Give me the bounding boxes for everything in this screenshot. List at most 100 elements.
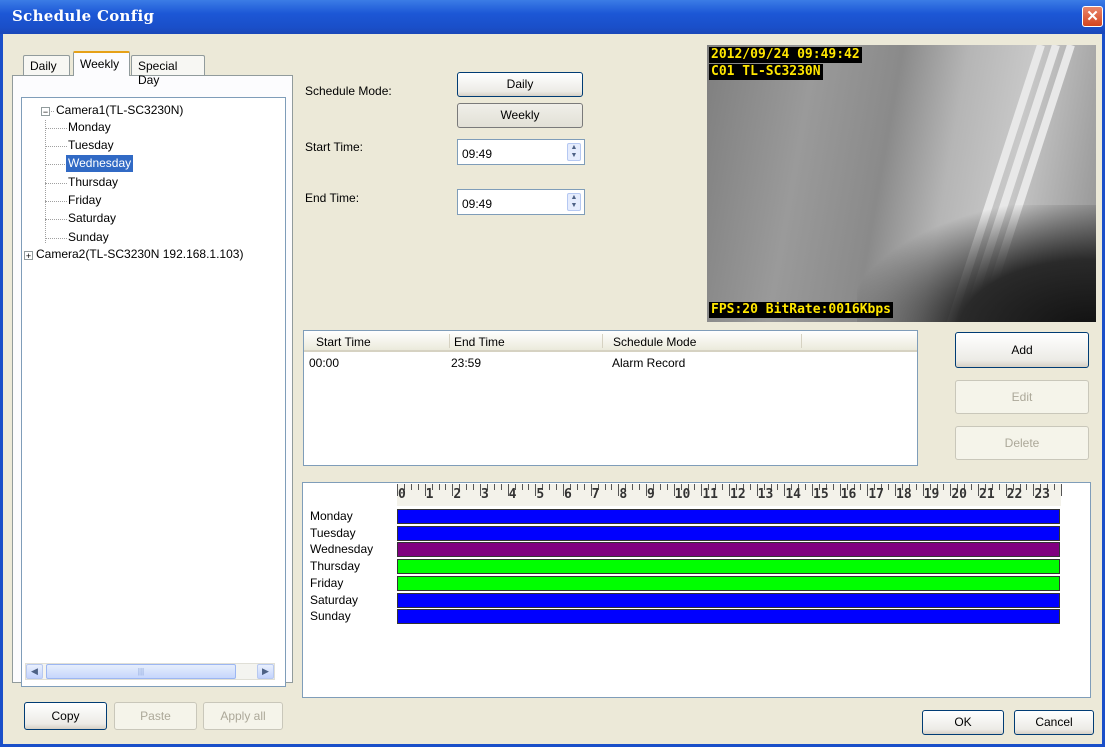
hour-label: 7 bbox=[591, 487, 600, 502]
delete-button[interactable]: Delete bbox=[955, 426, 1089, 460]
tree-item-camera1[interactable]: Camera1(TL-SC3230N) bbox=[56, 102, 183, 119]
row-end-time: 23:59 bbox=[451, 356, 482, 370]
ruler-tick bbox=[417, 484, 419, 490]
hour-label: 11 bbox=[702, 487, 718, 502]
scroll-right-icon[interactable]: ▶ bbox=[257, 664, 274, 679]
ruler-tick bbox=[639, 484, 641, 490]
ruler-tick bbox=[549, 484, 551, 490]
ruler-tick bbox=[583, 484, 585, 490]
timeline-day-label: Wednesday bbox=[310, 542, 374, 557]
mode-daily-button[interactable]: Daily bbox=[457, 72, 583, 97]
hour-label: 12 bbox=[730, 487, 746, 502]
timeline-day-label: Monday bbox=[310, 509, 353, 523]
ruler-tick bbox=[500, 484, 502, 490]
expand-icon[interactable]: + bbox=[24, 251, 33, 261]
cancel-button[interactable]: Cancel bbox=[1014, 710, 1094, 735]
ruler-tick bbox=[556, 484, 558, 490]
ruler-tick bbox=[473, 484, 475, 490]
timeline-day-bar[interactable] bbox=[397, 575, 1060, 591]
ruler-tick bbox=[445, 484, 447, 490]
osd-timestamp: 2012/09/24 09:49:42 bbox=[709, 47, 862, 63]
edit-button[interactable]: Edit bbox=[955, 380, 1089, 414]
ruler-tick bbox=[694, 484, 696, 490]
row-schedule-mode: Alarm Record bbox=[612, 356, 686, 370]
timeline-day-bar[interactable] bbox=[397, 609, 1060, 625]
copy-button[interactable]: Copy bbox=[24, 702, 107, 730]
timeline-day-bar[interactable] bbox=[397, 542, 1060, 558]
timeline-day-label: Sunday bbox=[310, 609, 351, 624]
column-schedule-mode[interactable]: Schedule Mode bbox=[613, 335, 696, 349]
ruler-tick bbox=[528, 484, 530, 490]
ruler-tick bbox=[1061, 484, 1062, 496]
ruler-tick bbox=[998, 484, 1000, 490]
hour-label: 9 bbox=[647, 487, 655, 502]
timeline-day-bar[interactable] bbox=[397, 525, 1060, 541]
timeline-day-bar[interactable] bbox=[397, 509, 1060, 524]
tab-special-day[interactable]: Special Day bbox=[131, 55, 205, 87]
timeline-day-bar[interactable] bbox=[397, 559, 1060, 575]
tree-horizontal-scrollbar[interactable]: ◀ ||| ▶ bbox=[25, 663, 275, 680]
apply-all-button[interactable]: Apply all bbox=[203, 702, 283, 730]
hour-label: 16 bbox=[840, 487, 857, 502]
tree-item-wednesday[interactable]: Wednesday bbox=[66, 155, 134, 172]
ok-button[interactable]: OK bbox=[922, 710, 1004, 735]
spin-arrows-icon[interactable]: ▲ ▼ bbox=[567, 193, 581, 211]
osd-camera-name: C01 TL-SC3230N bbox=[709, 64, 823, 80]
osd-stats: FPS:20 BitRate:0016Kbps bbox=[709, 302, 894, 318]
paste-button[interactable]: Paste bbox=[114, 702, 197, 730]
hour-label: 18 bbox=[896, 487, 912, 502]
tree-item-tuesday[interactable]: Tuesday bbox=[68, 137, 114, 154]
ruler-tick bbox=[1026, 484, 1028, 490]
tree-item-saturday[interactable]: Saturday bbox=[68, 210, 116, 227]
tree-item-camera2[interactable]: Camera2(TL-SC3230N 192.168.1.103) bbox=[36, 246, 243, 263]
column-end-time[interactable]: End Time bbox=[454, 335, 505, 349]
end-time-field[interactable]: 09:49 ▲ ▼ bbox=[457, 189, 585, 215]
hour-label: 23 bbox=[1034, 487, 1050, 502]
tab-weekly[interactable]: Weekly bbox=[73, 51, 130, 76]
ruler-tick bbox=[860, 484, 862, 490]
hour-ruler: 0 1 2 3 4 5 6 7 8 9 10 11 12 13 14 15 16 17 18 19 20 21 22 23 bbox=[397, 484, 1062, 506]
column-start-time[interactable]: Start Time bbox=[316, 335, 371, 349]
ruler-tick bbox=[777, 484, 779, 490]
spin-arrows-icon[interactable]: ▲ ▼ bbox=[567, 143, 581, 161]
hour-label: 2 bbox=[453, 487, 462, 502]
hour-label: 3 bbox=[481, 487, 489, 502]
end-time-label: End Time: bbox=[305, 191, 360, 205]
camera-tree[interactable]: − Camera1(TL-SC3230N) Monday Tuesday Wed… bbox=[21, 97, 286, 687]
hour-label: 0 bbox=[398, 487, 406, 502]
ruler-tick bbox=[611, 484, 613, 490]
hour-label: 5 bbox=[536, 487, 545, 502]
ruler-tick bbox=[604, 484, 606, 490]
window-title: Schedule Config bbox=[12, 7, 155, 25]
scrollbar-thumb[interactable]: ||| bbox=[46, 664, 236, 679]
hour-label: 6 bbox=[564, 487, 572, 502]
ruler-tick bbox=[659, 484, 661, 490]
ruler-tick bbox=[832, 484, 834, 490]
start-time-field[interactable]: 09:49 ▲ ▼ bbox=[457, 139, 585, 165]
ruler-tick bbox=[722, 484, 724, 490]
ruler-tick bbox=[1054, 484, 1056, 490]
timeline-day-label: Friday bbox=[310, 575, 344, 590]
mode-weekly-button[interactable]: Weekly bbox=[457, 103, 583, 128]
timeline-day-label: Tuesday bbox=[310, 525, 356, 540]
title-bar[interactable] bbox=[0, 0, 1105, 34]
schedule-list[interactable]: Start Time End Time Schedule Mode 00:00 … bbox=[303, 330, 918, 466]
schedule-mode-label: Schedule Mode: bbox=[305, 84, 392, 98]
tree-item-thursday[interactable]: Thursday bbox=[68, 174, 118, 191]
timeline-day-label: Thursday bbox=[310, 559, 361, 574]
hour-label: 13 bbox=[757, 487, 774, 502]
ruler-tick bbox=[493, 484, 495, 490]
list-header bbox=[304, 331, 917, 352]
add-button[interactable]: Add bbox=[955, 332, 1089, 368]
scroll-left-icon[interactable]: ◀ bbox=[26, 664, 43, 679]
timeline-day-label: Saturday bbox=[310, 592, 359, 607]
tree-item-sunday[interactable]: Sunday bbox=[68, 229, 109, 246]
tree-item-monday[interactable]: Monday bbox=[68, 119, 111, 136]
tree-item-friday[interactable]: Friday bbox=[68, 192, 101, 209]
ruler-tick bbox=[749, 484, 751, 490]
close-icon[interactable]: ✕ bbox=[1082, 6, 1103, 27]
ruler-tick bbox=[971, 484, 973, 490]
hour-label: 22 bbox=[1006, 487, 1023, 502]
timeline-day-bar[interactable] bbox=[397, 592, 1060, 608]
tab-daily[interactable]: Daily bbox=[23, 55, 70, 75]
